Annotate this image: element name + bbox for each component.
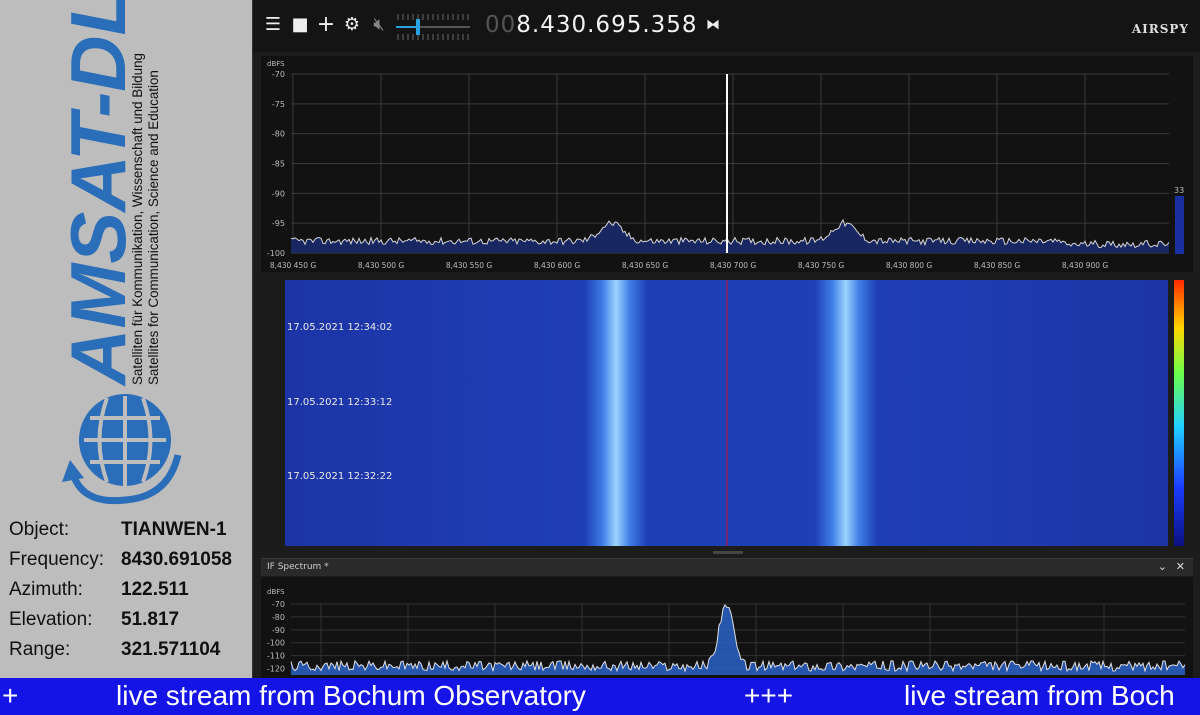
frequency-leading-zeros: 00 xyxy=(485,12,517,38)
spectrum-x-tick: 8,430 550 G xyxy=(446,261,493,270)
volume-thumb[interactable] xyxy=(416,19,420,35)
waterfall-timestamp-1: 17.05.2021 12:34:02 xyxy=(287,322,392,333)
waterfall-timestamp-3: 17.05.2021 12:32:22 xyxy=(287,471,392,482)
if-y-tick: -120 xyxy=(267,665,285,674)
sdr-app-window: ☰ ■ + ⚙ 🔇︎ 008.430.695.358 ⧓ AIRSPY dBFS… xyxy=(252,0,1200,678)
ticker-message: live stream from Boch xyxy=(904,680,1175,711)
stop-icon[interactable]: ■ xyxy=(289,14,311,36)
range-label: Range: xyxy=(9,639,71,660)
spectrum-x-tick: 8,430 900 G xyxy=(1062,261,1109,270)
if-y-tick: -90 xyxy=(272,626,285,635)
spectrum-x-tick: 8,430 450 G xyxy=(270,261,317,270)
frequency-digits[interactable]: 8.430.695.358 xyxy=(516,12,697,38)
ticker-separator: + xyxy=(2,680,19,711)
if-y-tick: -70 xyxy=(272,600,285,609)
object-info: Object: TIANWEN-1 Frequency: 8430.691058… xyxy=(9,515,249,665)
volume-slider[interactable] xyxy=(396,10,472,44)
waterfall-color-scale xyxy=(1174,280,1184,546)
if-y-tick: -80 xyxy=(272,613,285,622)
object-value: TIANWEN-1 xyxy=(121,519,227,540)
menu-icon[interactable]: ☰ xyxy=(262,14,284,36)
azimuth-label: Azimuth: xyxy=(9,579,83,600)
toolbar: ☰ ■ + ⚙ 🔇︎ 008.430.695.358 ⧓ AIRSPY xyxy=(253,0,1200,52)
logo-text: AMSAT-DL xyxy=(54,0,142,387)
if-spectrum-title: IF Spectrum * xyxy=(267,562,329,572)
spectrum-y-tick: -90 xyxy=(272,189,285,198)
waterfall-timestamp-2: 17.05.2021 12:33:12 xyxy=(287,397,392,408)
info-row-object: Object: TIANWEN-1 xyxy=(9,515,249,545)
add-icon[interactable]: + xyxy=(315,14,337,36)
spectrum-y-tick: -95 xyxy=(272,219,285,228)
if-y-tick: -100 xyxy=(267,639,285,648)
news-ticker: + live stream from Bochum Observatory ++… xyxy=(0,678,1200,715)
elevation-value: 51.817 xyxy=(121,609,180,630)
spectrum-x-tick: 8,430 800 G xyxy=(886,261,933,270)
info-row-elevation: Elevation: 51.817 xyxy=(9,605,249,635)
info-row-frequency: Frequency: 8430.691058 xyxy=(9,545,249,575)
spectrum-y-tick: -75 xyxy=(272,100,285,109)
panel-splitter[interactable] xyxy=(713,551,743,554)
if-unit-label: dBFS xyxy=(267,588,285,596)
spectrum-side-value: 33 xyxy=(1174,186,1184,195)
ticker-message: live stream from Bochum Observatory xyxy=(116,680,586,711)
spectrum-y-tick: -70 xyxy=(272,70,285,79)
spectrum-y-tick: -85 xyxy=(272,160,285,169)
spectrum-x-tick: 8,430 750 G xyxy=(798,261,845,270)
spectrum-y-tick: -80 xyxy=(272,130,285,139)
swap-icon[interactable]: ⧓ xyxy=(702,14,724,36)
volume-fill xyxy=(396,26,418,28)
globe-icon xyxy=(62,394,182,505)
mute-speaker-icon[interactable]: 🔇︎ xyxy=(368,14,390,36)
gear-icon[interactable]: ⚙ xyxy=(341,14,363,36)
range-value: 321.571104 xyxy=(121,639,221,660)
spectrum-x-tick: 8,430 500 G xyxy=(358,261,405,270)
azimuth-value: 122.511 xyxy=(121,579,189,600)
tagline-de: Satelliten für Kommunikation, Wissenscha… xyxy=(130,53,145,385)
fft-spectrum-display[interactable]: dBFS -70 -75 -80 -85 -90 -95 -100 8,430 450 G 8… xyxy=(261,56,1193,272)
ticker-separator: +++ xyxy=(744,680,794,711)
elevation-label: Elevation: xyxy=(9,609,93,630)
info-row-range: Range: 321.571104 xyxy=(9,635,249,665)
waterfall-display[interactable]: 17.05.2021 12:34:02 17.05.2021 12:33:12 … xyxy=(285,280,1168,546)
overlay-info-panel: AMSAT-DL Satelliten für Kommunikation, W… xyxy=(0,0,252,678)
spectrum-x-tick: 8,430 600 G xyxy=(534,261,581,270)
spectrum-y-tick: -100 xyxy=(267,249,285,258)
object-label: Object: xyxy=(9,519,70,540)
spectrum-x-tick: 8,430 650 G xyxy=(622,261,669,270)
spectrum-unit-label: dBFS xyxy=(267,60,285,68)
if-spectrum-display[interactable]: dBFS -70 -80 -90 -100 -110 -120 xyxy=(261,577,1193,678)
if-y-tick: -110 xyxy=(267,652,285,661)
spectrum-x-tick: 8,430 700 G xyxy=(710,261,757,270)
frequency-display[interactable]: 008.430.695.358 xyxy=(485,12,698,38)
airspy-logo: AIRSPY xyxy=(1131,22,1189,36)
close-icon[interactable]: ✕ xyxy=(1176,560,1185,573)
frequency-label: Frequency: xyxy=(9,549,105,570)
spectrum-x-tick: 8,430 850 G xyxy=(974,261,1021,270)
tagline-en: Satellites for Communication, Science an… xyxy=(146,70,161,385)
if-spectrum-header: IF Spectrum * ⌄ ✕ xyxy=(261,558,1193,576)
chevron-down-icon[interactable]: ⌄ xyxy=(1158,560,1167,573)
frequency-value: 8430.691058 xyxy=(121,549,232,570)
spectrum-level-bar xyxy=(1175,196,1184,254)
amsat-logo: AMSAT-DL Satelliten für Kommunikation, W… xyxy=(54,0,182,505)
info-row-azimuth: Azimuth: 122.511 xyxy=(9,575,249,605)
